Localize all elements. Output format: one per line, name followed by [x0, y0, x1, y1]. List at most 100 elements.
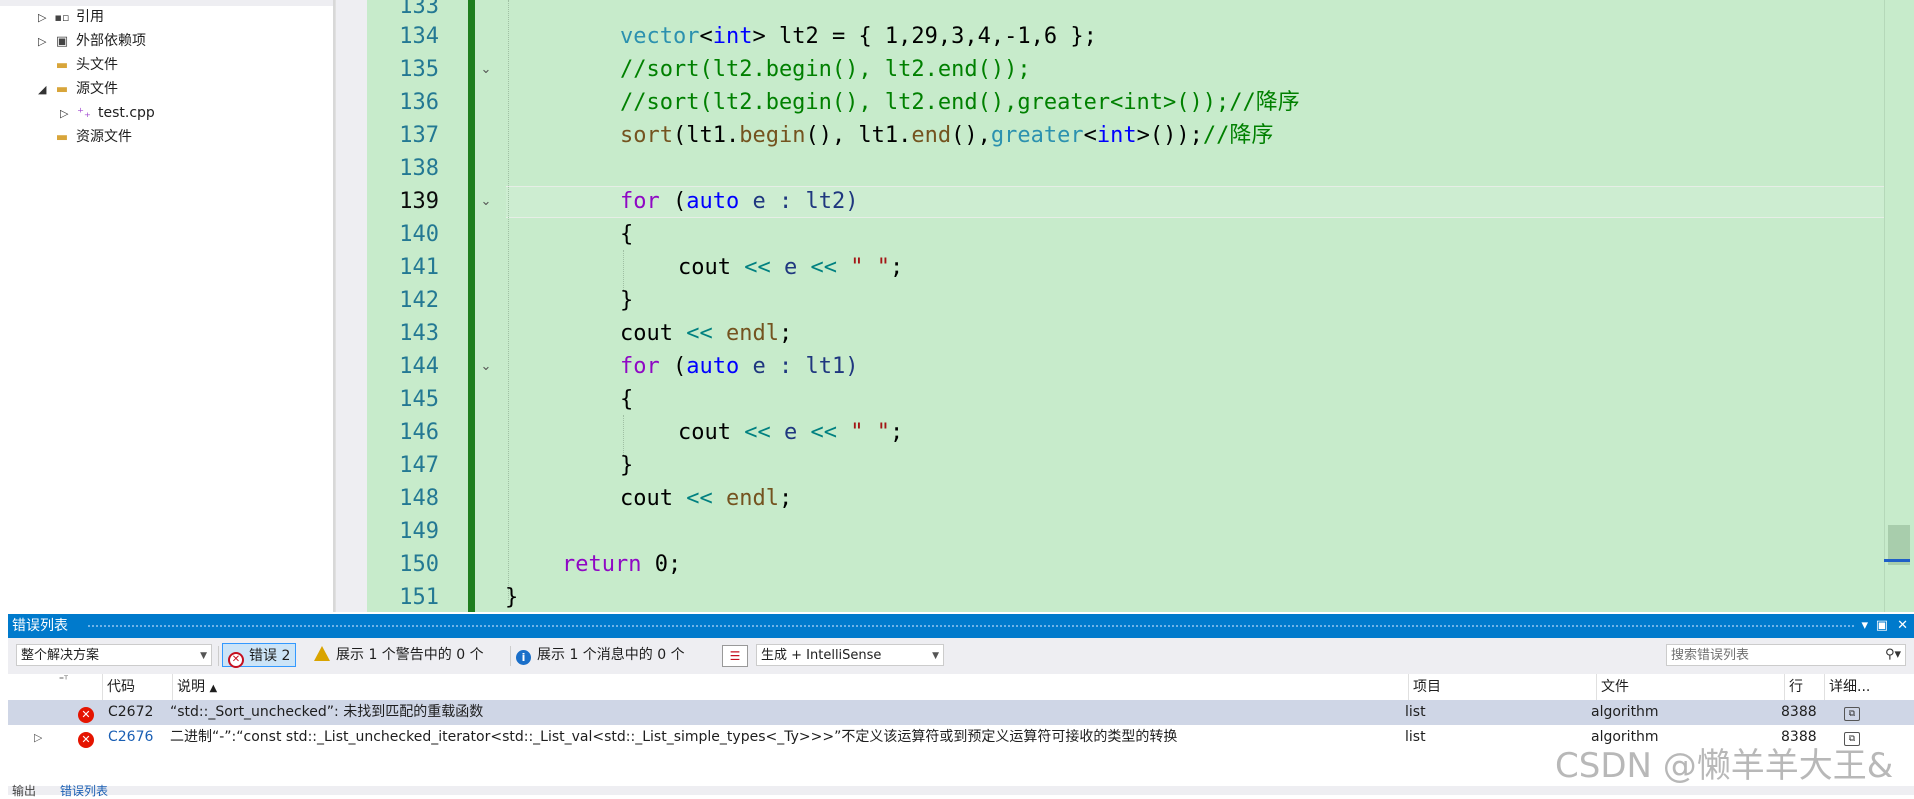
- line-number: 135: [399, 57, 439, 82]
- fold-chevron-icon[interactable]: ⌄: [478, 53, 494, 86]
- chevron-down-icon: ▼: [200, 651, 207, 661]
- code-token: <<: [810, 255, 837, 280]
- code-line-144[interactable]: for (auto e : lt1): [620, 350, 858, 383]
- collapse-arrow-icon[interactable]: ◢: [38, 79, 52, 101]
- code-line-143[interactable]: cout << endl;: [620, 317, 792, 350]
- error-file: algorithm: [1591, 704, 1659, 720]
- column-chooser-icon[interactable]: ⁼ᵀ: [8, 674, 74, 700]
- change-tracking-bar: [468, 0, 475, 612]
- tree-item-external-deps[interactable]: ▷ ▣ 外部依赖项: [38, 30, 146, 52]
- code-line-141[interactable]: cout << e << " ";: [678, 251, 903, 284]
- code-line-145[interactable]: {: [620, 383, 633, 416]
- titlebar-grip[interactable]: [88, 625, 1854, 629]
- code-token: <<: [744, 255, 771, 280]
- errors-filter-button[interactable]: ✕ 错误 2: [222, 643, 297, 668]
- tab-error-list[interactable]: 错误列表: [60, 782, 108, 799]
- expand-arrow-icon[interactable]: ▷: [38, 31, 52, 53]
- code-token: (: [659, 354, 687, 379]
- code-line-136[interactable]: //sort(lt2.begin(), lt2.end(),greater<in…: [620, 86, 1300, 119]
- error-line: 8388: [1781, 704, 1817, 720]
- fold-chevron-icon[interactable]: ⌄: [478, 350, 494, 383]
- close-icon[interactable]: ✕: [1897, 614, 1908, 638]
- tree-item-references[interactable]: ▷ ▪▫ 引用: [38, 6, 104, 28]
- code-token: <: [1083, 123, 1097, 148]
- code-token: auto: [686, 189, 740, 214]
- code-line-140[interactable]: {: [620, 218, 633, 251]
- tree-item-test-cpp[interactable]: ▷ ⁺₊ test.cpp: [60, 102, 155, 124]
- error-row[interactable]: ✕ C2672 “std::_Sort_unchecked”: 未找到匹配的重载…: [8, 700, 1914, 725]
- dropdown-icon[interactable]: ▾: [1861, 614, 1868, 638]
- maximize-icon[interactable]: ▣: [1876, 614, 1888, 638]
- code-line-148[interactable]: cout << endl;: [620, 482, 792, 515]
- line-number: 150: [399, 552, 439, 577]
- error-severity-icon: ✕: [78, 700, 99, 725]
- column-header-line[interactable]: 行: [1784, 674, 1824, 700]
- copy-details-icon[interactable]: ⧉: [1844, 700, 1860, 725]
- code-token: vector: [620, 24, 700, 49]
- code-line-142[interactable]: }: [620, 284, 633, 317]
- code-token: <<: [686, 321, 713, 346]
- panel-splitter[interactable]: [336, 0, 367, 612]
- line-number: 142: [399, 288, 439, 313]
- code-line-151[interactable]: }: [505, 581, 518, 614]
- tree-item-source-files[interactable]: ◢ ▬ 源文件: [38, 78, 118, 100]
- code-token: return: [562, 552, 642, 577]
- solution-explorer: ▷ ▪▫ 引用 ▷ ▣ 外部依赖项 ▬ 头文件 ◢ ▬ 源文件 ▷ ⁺₊ test.cpp ▬ 资源…: [0, 0, 336, 612]
- warnings-filter-label: 展示 1 个警告中的 0 个: [336, 647, 484, 663]
- build-filter-select[interactable]: 生成 + IntelliSense ▼: [756, 644, 944, 666]
- references-icon: ▪▫: [54, 11, 70, 24]
- code-token: (),: [951, 123, 991, 148]
- line-number: 138: [399, 156, 439, 181]
- explorer-scrollbar[interactable]: [333, 0, 335, 612]
- warnings-filter-button[interactable]: 展示 1 个警告中的 0 个: [314, 643, 484, 667]
- filter-toggle-icon[interactable]: ☰: [722, 645, 748, 667]
- error-project: list: [1405, 704, 1426, 720]
- expand-arrow-icon[interactable]: ▷: [38, 7, 52, 29]
- tree-item-label: 资源文件: [76, 129, 132, 145]
- tab-output[interactable]: 输出: [12, 782, 36, 799]
- tree-item-resource-files[interactable]: ▬ 资源文件: [38, 126, 132, 148]
- code-line-137[interactable]: sort(lt1.begin(), lt1.end(),greater<int>…: [620, 119, 1273, 152]
- code-line-146[interactable]: cout << e << " ";: [678, 416, 903, 449]
- messages-filter-label: 展示 1 个消息中的 0 个: [537, 647, 685, 663]
- code-line-150[interactable]: return 0;: [562, 548, 681, 581]
- error-code[interactable]: C2672: [108, 700, 172, 725]
- column-header-details[interactable]: 详细...: [1824, 674, 1914, 700]
- line-number: 143: [399, 321, 439, 346]
- column-header-code[interactable]: 代码: [102, 674, 172, 700]
- line-number-active: 139: [399, 189, 439, 214]
- line-number: 137: [399, 123, 439, 148]
- column-header-description[interactable]: 说明 ▲: [172, 674, 1408, 700]
- tree-item-header-files[interactable]: ▬ 头文件: [38, 54, 118, 76]
- code-token: int: [712, 24, 753, 49]
- editor-scrollbar[interactable]: [1884, 0, 1914, 612]
- code-token: greater: [990, 123, 1084, 148]
- expand-arrow-icon[interactable]: ▷: [60, 103, 74, 125]
- column-header-file[interactable]: 文件: [1596, 674, 1784, 700]
- code-token: endl: [725, 486, 779, 511]
- column-header-label: 说明: [177, 679, 205, 695]
- search-placeholder: 搜索错误列表: [1671, 648, 1750, 663]
- code-token: cout: [678, 420, 731, 445]
- fold-chevron-icon[interactable]: ⌄: [478, 185, 494, 218]
- scope-select[interactable]: 整个解决方案 ▼: [16, 644, 212, 666]
- error-list-titlebar[interactable]: 错误列表 ▾ ▣ ✕: [8, 614, 1914, 638]
- code-line-147[interactable]: }: [620, 449, 633, 482]
- code-line-139[interactable]: for (auto e : lt2): [620, 185, 858, 218]
- code-token: <<: [686, 486, 713, 511]
- code-token: <<: [810, 420, 837, 445]
- error-code-link[interactable]: C2676: [108, 725, 172, 750]
- search-input[interactable]: 搜索错误列表 ⚲▾: [1666, 644, 1906, 666]
- line-number: 144: [399, 354, 439, 379]
- code-line-134[interactable]: vector<int> lt2 = { 1,29,3,4,-1,6 };: [620, 20, 1097, 53]
- expand-row-icon[interactable]: ▷: [34, 725, 42, 750]
- column-header-project[interactable]: 项目: [1408, 674, 1596, 700]
- warning-icon: [314, 646, 330, 661]
- code-line-135[interactable]: //sort(lt2.begin(), lt2.end());: [620, 53, 1031, 86]
- line-number: 149: [399, 519, 439, 544]
- chevron-down-icon: ▼: [932, 651, 939, 661]
- code-token: end: [911, 123, 952, 148]
- code-token: //降序: [1202, 123, 1274, 148]
- search-icon[interactable]: ⚲▾: [1885, 644, 1901, 666]
- messages-filter-button[interactable]: i 展示 1 个消息中的 0 个: [516, 643, 685, 667]
